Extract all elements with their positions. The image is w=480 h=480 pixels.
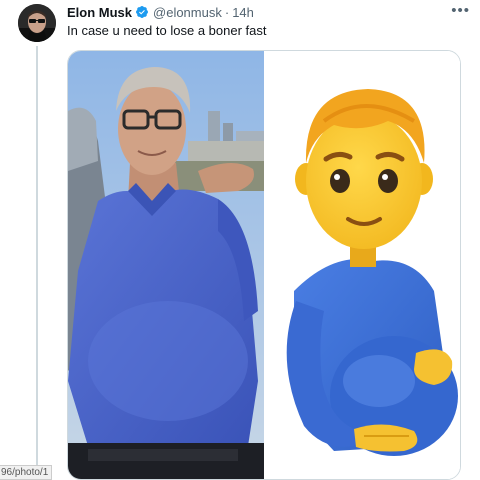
avatar[interactable]: [18, 4, 56, 42]
author-name[interactable]: Elon Musk: [67, 5, 132, 20]
tweet-text: In case u need to lose a boner fast: [67, 23, 267, 38]
tweet-header: Elon Musk @elonmusk · 14h: [67, 4, 254, 20]
avatar-image: [18, 4, 56, 42]
tweet-media[interactable]: [67, 50, 461, 480]
pregnant-man-emoji: [264, 51, 460, 479]
more-horizontal-icon[interactable]: •••: [451, 2, 470, 19]
author-handle[interactable]: @elonmusk: [153, 5, 222, 20]
status-url: 96/photo/1: [0, 465, 53, 480]
header-separator: ·: [224, 4, 230, 20]
thread-line: [36, 46, 38, 480]
photo-man-blue-polo-shirt: [68, 51, 264, 479]
tweet-time[interactable]: 14h: [232, 5, 254, 20]
tweet[interactable]: Elon Musk @elonmusk · 14h ••• In case u …: [0, 0, 480, 480]
verified-badge-icon: [136, 6, 148, 18]
